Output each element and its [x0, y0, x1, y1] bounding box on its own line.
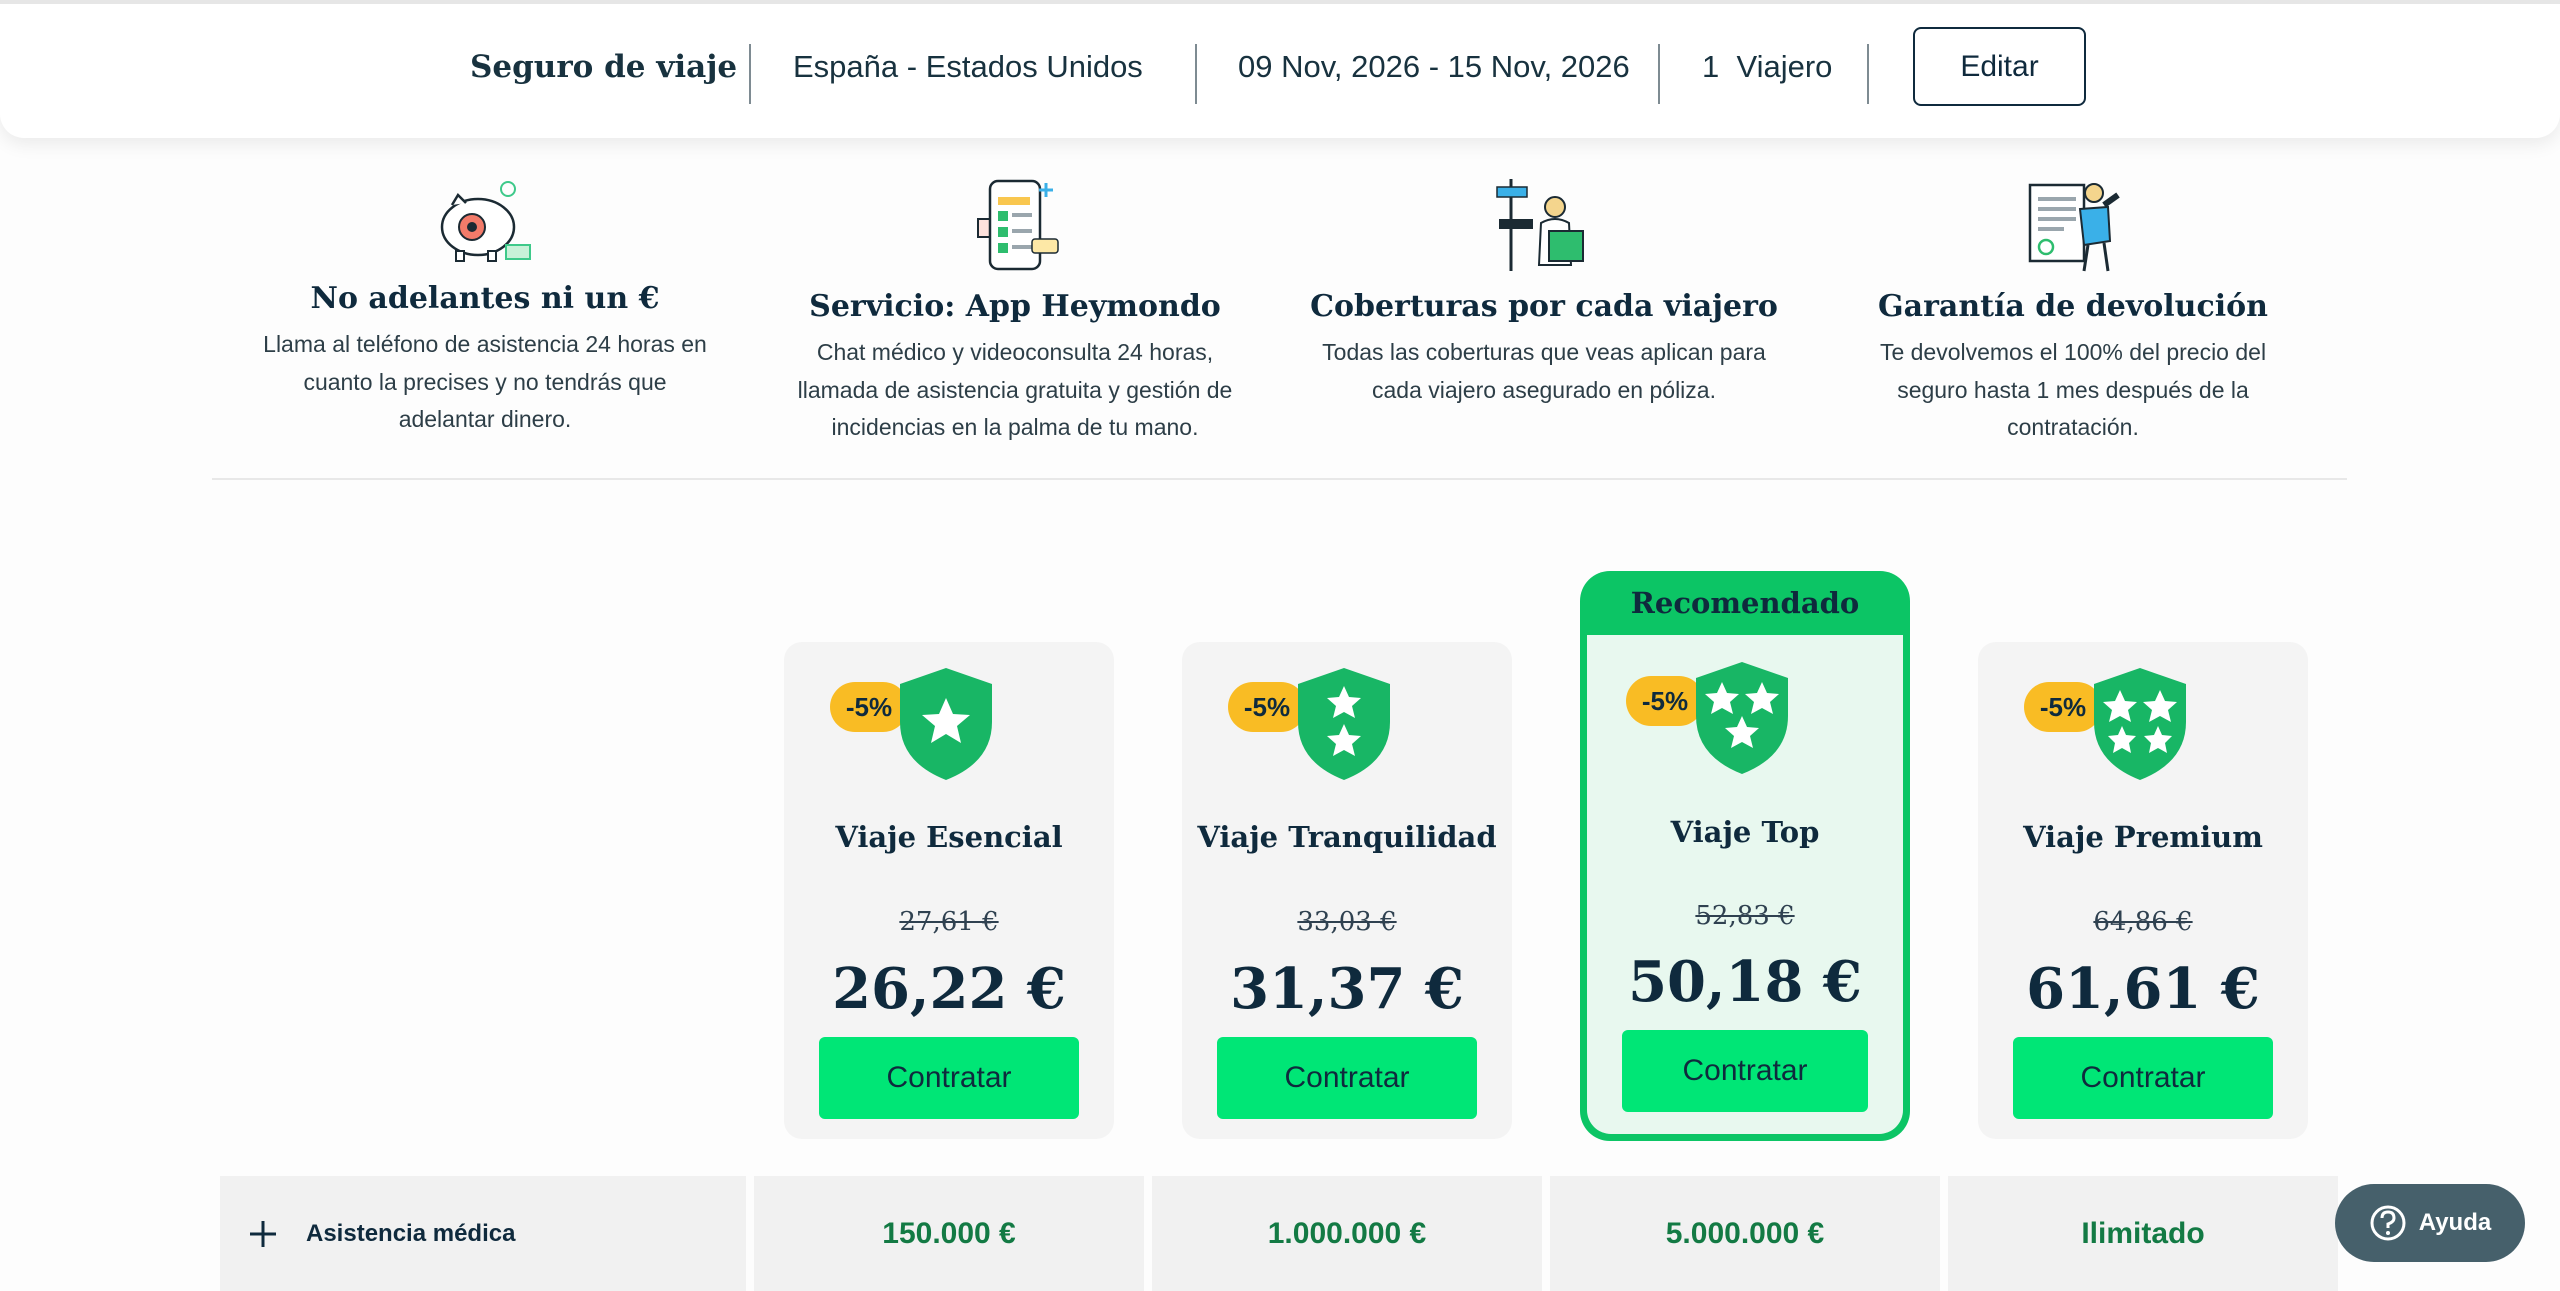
coverage-value: 150.000 €: [882, 1216, 1016, 1250]
phone-app-icon: [977, 179, 1059, 271]
coverage-label: Asistencia médica: [306, 1219, 516, 1247]
original-price: 52,83 €: [1695, 901, 1795, 931]
feature-description: Chat médico y videoconsulta 24 horas, ll…: [755, 334, 1275, 447]
discounted-price: 31,37 €: [1230, 956, 1464, 1022]
feature-line: cuanto la precises y no tendrás que: [303, 368, 667, 395]
edit-search-button[interactable]: Editar: [1913, 27, 2086, 106]
contratar-button[interactable]: Contratar: [2013, 1037, 2273, 1119]
feature-line: llamada de asistencia gratuita y gestión…: [797, 376, 1233, 403]
contratar-button[interactable]: Contratar: [1622, 1030, 1868, 1112]
feature-line: seguro hasta 1 mes después de la: [1897, 376, 2249, 403]
coverage-row-medical[interactable]: Asistencia médica: [220, 1176, 746, 1291]
plan-card-esencial: -5% Viaje Esencial 27,61 € 26,22 € Contr…: [784, 642, 1114, 1139]
feature-line: cada viajero asegurado en póliza.: [1372, 376, 1716, 403]
plus-icon[interactable]: [248, 1219, 278, 1249]
contratar-button[interactable]: Contratar: [819, 1037, 1079, 1119]
feature-description: Te devolvemos el 100% del precio del seg…: [1813, 334, 2333, 447]
four-star-shield-icon: [2094, 668, 2186, 780]
original-price: 64,86 €: [2093, 907, 2193, 937]
feature-line: Llama al teléfono de asistencia 24 horas…: [263, 331, 707, 357]
feature-title: Coberturas por cada viajero: [1310, 289, 1778, 324]
feature-line: Todas las coberturas que veas aplican pa…: [1322, 339, 1766, 365]
traveler-count: 1 Viajero: [1702, 49, 1833, 84]
feature-title: Servicio: App Heymondo: [809, 289, 1221, 324]
product-type: Seguro de viaje: [470, 49, 738, 85]
feature-title: No adelantes ni un €: [310, 281, 660, 316]
contratar-button[interactable]: Contratar: [1217, 1037, 1477, 1119]
piggy-bank-icon: [440, 181, 531, 262]
separator: [749, 44, 751, 104]
separator: [1658, 44, 1660, 104]
discounted-price: 50,18 €: [1628, 949, 1862, 1015]
refund-guarantee-icon: [2028, 183, 2120, 272]
traveler-signpost-icon: [1496, 179, 1584, 271]
feature-description: Llama al teléfono de asistencia 24 horas…: [225, 326, 745, 439]
feature-app: Servicio: App Heymondo Chat médico y vid…: [755, 175, 1275, 447]
recommended-label: Recomendado: [1630, 586, 1860, 620]
plan-name: Viaje Top: [1670, 815, 1820, 849]
discounted-price: 26,22 €: [832, 956, 1066, 1022]
trip-dates: 09 Nov, 2026 - 15 Nov, 2026: [1238, 49, 1630, 84]
discounted-price: 61,61 €: [2026, 956, 2260, 1022]
original-price: 33,03 €: [1297, 907, 1397, 937]
plan-card-premium: -5% Viaje Premium 64,86 € 61,61 € Contra…: [1978, 642, 2308, 1139]
separator: [1195, 44, 1197, 104]
feature-refund: Garantía de devolución Te devolvemos el …: [1813, 175, 2333, 447]
coverage-value: 5.000.000 €: [1665, 1216, 1825, 1250]
feature-description: Todas las coberturas que veas aplican pa…: [1284, 334, 1804, 409]
question-icon: [2370, 1205, 2406, 1241]
feature-title: Garantía de devolución: [1878, 289, 2268, 324]
section-divider: [212, 478, 2347, 480]
help-label: Ayuda: [2418, 1209, 2492, 1236]
plan-name: Viaje Tranquilidad: [1197, 820, 1497, 854]
one-star-shield-icon: [900, 668, 992, 780]
trip-route: España - Estados Unidos: [793, 49, 1143, 84]
plan-card-top: Recomendado -5% Viaje Top 52,83 € 50,18 …: [1580, 571, 1910, 1141]
feature-line: Te devolvemos el 100% del precio del: [1879, 339, 2267, 365]
plan-card-tranquilidad: -5% Viaje Tranquilidad 33,03 € 31,37 € C…: [1182, 642, 1512, 1139]
feature-no-advance: No adelantes ni un € Llama al teléfono d…: [225, 175, 745, 439]
coverage-value: 1.000.000 €: [1267, 1216, 1427, 1250]
separator: [1867, 44, 1869, 104]
coverage-value: Ilimitado: [2081, 1216, 2205, 1250]
feature-line: contratación.: [2007, 414, 2139, 440]
feature-line: Chat médico y videoconsulta 24 horas,: [816, 339, 1214, 365]
feature-line: incidencias en la palma de tu mano.: [831, 414, 1199, 440]
three-star-shield-icon: [1696, 662, 1788, 774]
original-price: 27,61 €: [899, 907, 999, 937]
feature-per-traveler: Coberturas por cada viajero Todas las co…: [1284, 175, 1804, 409]
two-star-shield-icon: [1298, 668, 1390, 780]
feature-line: adelantar dinero.: [398, 406, 572, 432]
plan-name: Viaje Premium: [2023, 820, 2263, 854]
plan-card-top-body: -5% Viaje Top 52,83 € 50,18 € Contratar: [1587, 635, 1903, 1134]
plan-name: Viaje Esencial: [835, 820, 1063, 854]
help-button[interactable]: Ayuda: [2335, 1184, 2525, 1262]
search-summary-bar: Seguro de viaje España - Estados Unidos …: [0, 0, 2560, 138]
